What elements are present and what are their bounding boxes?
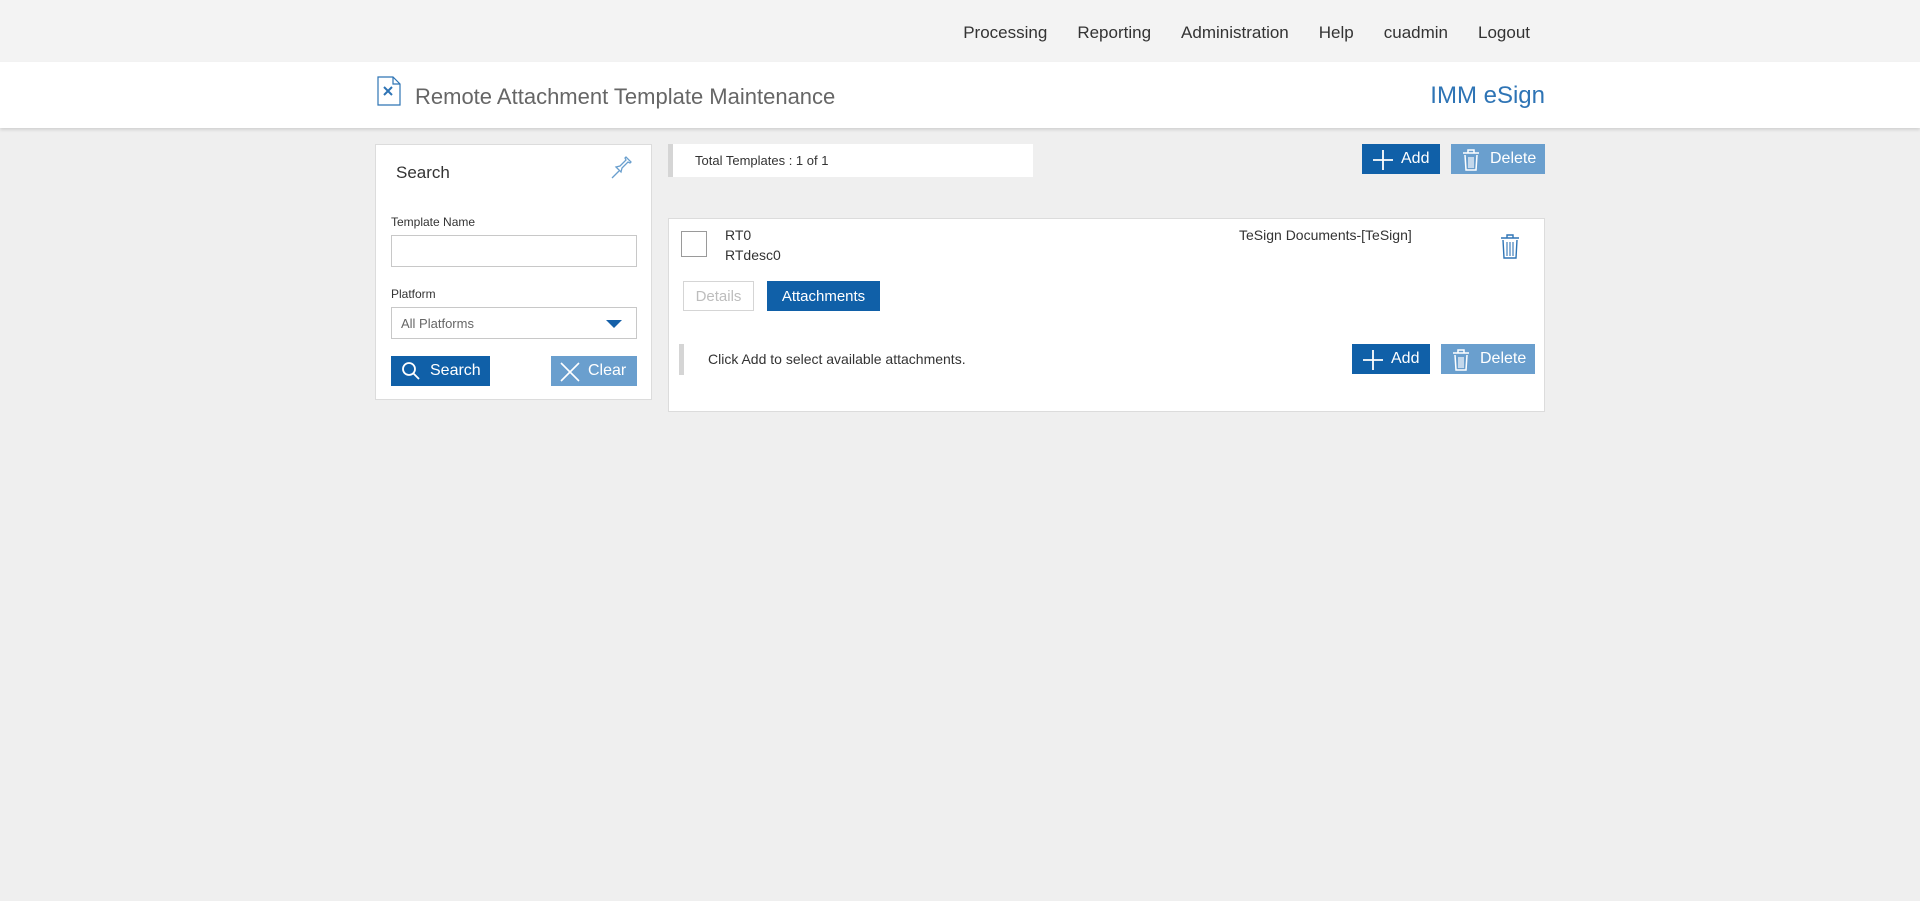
- total-templates-bar: Total Templates : 1 of 1: [668, 144, 1033, 177]
- plus-icon: [1362, 349, 1383, 370]
- search-panel-title: Search: [396, 163, 450, 182]
- add-template-button-label: Add: [1401, 150, 1430, 167]
- trash-icon[interactable]: [1499, 233, 1521, 259]
- nav-help[interactable]: Help: [1319, 23, 1354, 43]
- delete-attachment-button-label: Delete: [1480, 350, 1527, 367]
- platform-select-value: All Platforms: [401, 316, 474, 331]
- nav-user[interactable]: cuadmin: [1384, 23, 1448, 43]
- clear-button-label: Clear: [588, 362, 627, 379]
- top-nav-links: Processing Reporting Administration Help…: [933, 23, 1530, 43]
- trash-icon: [1461, 149, 1481, 171]
- pin-icon[interactable]: [609, 153, 635, 179]
- document-x-icon: [377, 76, 401, 106]
- search-icon: [401, 361, 421, 381]
- add-attachment-button[interactable]: Add: [1352, 344, 1430, 374]
- platform-select[interactable]: All Platforms: [391, 307, 637, 339]
- template-name: RT0: [725, 227, 752, 243]
- template-select-checkbox[interactable]: [681, 231, 707, 257]
- delete-template-button[interactable]: Delete: [1451, 144, 1545, 174]
- template-name-label: Template Name: [391, 215, 476, 229]
- plus-icon: [1372, 149, 1393, 170]
- delete-attachment-button[interactable]: Delete: [1441, 344, 1535, 374]
- template-card: RT0 RTdesc0 TeSign Documents-[TeSign] De…: [668, 218, 1545, 412]
- nav-reporting[interactable]: Reporting: [1077, 23, 1151, 43]
- nav-administration[interactable]: Administration: [1181, 23, 1289, 43]
- add-attachment-button-label: Add: [1391, 350, 1420, 367]
- platform-label: Platform: [391, 287, 436, 301]
- nav-logout[interactable]: Logout: [1478, 23, 1530, 43]
- total-templates-text: Total Templates : 1 of 1: [695, 153, 829, 168]
- search-panel: Search Template Name Platform All Platfo…: [375, 144, 652, 400]
- attachments-message: Click Add to select available attachment…: [708, 351, 966, 367]
- trash-icon: [1451, 349, 1471, 371]
- nav-processing[interactable]: Processing: [963, 23, 1047, 43]
- chevron-down-icon: [606, 320, 622, 328]
- tab-attachments[interactable]: Attachments: [767, 281, 880, 311]
- template-description: RTdesc0: [725, 247, 781, 263]
- top-navigation: Processing Reporting Administration Help…: [0, 0, 1920, 62]
- search-button[interactable]: Search: [391, 356, 490, 386]
- attachments-info: Click Add to select available attachment…: [679, 344, 1084, 375]
- clear-button[interactable]: Clear: [551, 356, 637, 386]
- template-platform: TeSign Documents-[TeSign]: [1239, 227, 1412, 243]
- tab-details[interactable]: Details: [683, 281, 754, 311]
- page-title: Remote Attachment Template Maintenance: [415, 84, 836, 109]
- search-button-label: Search: [430, 362, 481, 379]
- close-icon: [559, 361, 580, 382]
- add-template-button[interactable]: Add: [1362, 144, 1440, 174]
- template-name-input[interactable]: [391, 235, 637, 267]
- page-header: Remote Attachment Template Maintenance I…: [0, 62, 1920, 128]
- brand-name: IMM eSign: [1430, 82, 1545, 109]
- delete-template-button-label: Delete: [1490, 150, 1537, 167]
